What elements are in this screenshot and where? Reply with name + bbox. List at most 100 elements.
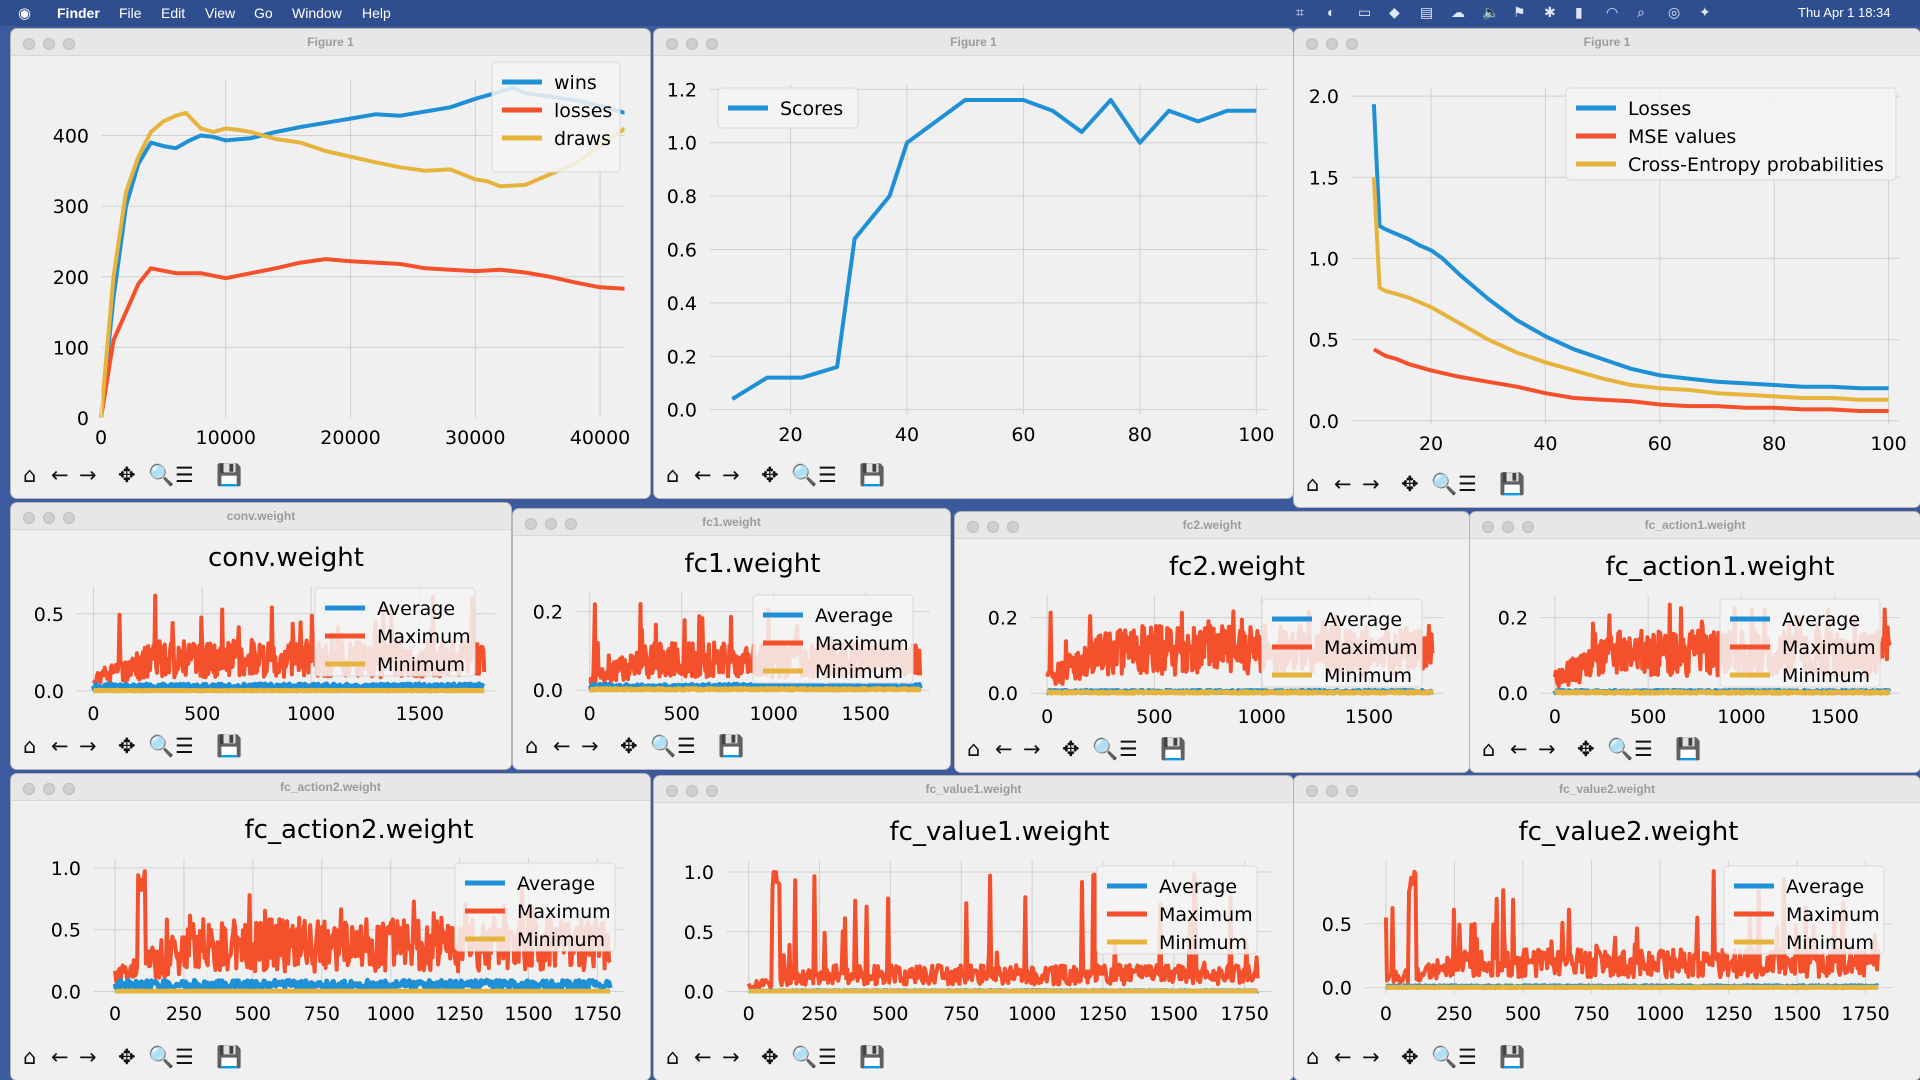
configure-icon[interactable]: ☰ (1119, 737, 1138, 761)
home-icon[interactable]: ⌂ (23, 734, 36, 758)
save-icon[interactable]: 💾 (1499, 1045, 1525, 1069)
configure-icon[interactable]: ☰ (175, 734, 194, 758)
battery-icon[interactable]: ▮ (1575, 4, 1583, 21)
pan-icon[interactable]: ✥ (118, 1045, 136, 1069)
home-icon[interactable]: ⌂ (1306, 472, 1319, 496)
window-titlebar[interactable]: fc_value2.weight (1294, 776, 1920, 803)
forward-icon[interactable]: → (79, 734, 97, 758)
home-icon[interactable]: ⌂ (23, 463, 36, 487)
home-icon[interactable]: ⌂ (666, 1045, 679, 1069)
back-icon[interactable]: ← (1334, 1045, 1352, 1069)
pan-icon[interactable]: ✥ (1401, 472, 1419, 496)
zoom-icon[interactable]: 🔍 (791, 463, 817, 487)
save-icon[interactable]: 💾 (1675, 737, 1701, 761)
menu-help[interactable]: Help (362, 5, 391, 21)
forward-icon[interactable]: → (1362, 1045, 1380, 1069)
zoom-icon[interactable]: 🔍 (1092, 737, 1118, 761)
menu-clock[interactable]: Thu Apr 1 18:34 (1798, 5, 1891, 20)
volume-icon[interactable]: 🔈 (1482, 4, 1499, 21)
back-icon[interactable]: ← (1510, 737, 1528, 761)
back-icon[interactable]: ← (51, 463, 69, 487)
figure-window[interactable]: conv.weight conv.weight 0 500 1000 1500 0.0 0.5… (11, 503, 511, 769)
window-titlebar[interactable]: Figure 1 (11, 29, 650, 56)
bluetooth-icon[interactable]: ✱ (1544, 4, 1556, 21)
pan-icon[interactable]: ✥ (1577, 737, 1595, 761)
forward-icon[interactable]: → (1538, 737, 1556, 761)
figure-window[interactable]: fc_value1.weight fc_value1.weight 0 250 500 7… (654, 776, 1293, 1080)
configure-icon[interactable]: ☰ (175, 463, 194, 487)
figure-window[interactable]: fc_value2.weight fc_value2.weight 0 250 500 7… (1294, 776, 1920, 1080)
configure-icon[interactable]: ☰ (1634, 737, 1653, 761)
window-titlebar[interactable]: fc1.weight (513, 509, 950, 536)
home-icon[interactable]: ⌂ (666, 463, 679, 487)
pan-icon[interactable]: ✥ (118, 734, 136, 758)
pan-icon[interactable]: ✥ (1062, 737, 1080, 761)
zoom-icon[interactable]: 🔍 (1431, 472, 1457, 496)
save-icon[interactable]: 💾 (718, 734, 744, 758)
save-icon[interactable]: 💾 (859, 1045, 885, 1069)
wifi-icon[interactable]: ◠ (1606, 4, 1618, 21)
zoom-icon[interactable]: 🔍 (148, 1045, 174, 1069)
forward-icon[interactable]: → (1362, 472, 1380, 496)
screen-capture-icon[interactable]: ⌗ (1296, 4, 1304, 21)
zoom-icon[interactable]: 🔍 (791, 1045, 817, 1069)
save-icon[interactable]: 💾 (1499, 472, 1525, 496)
menu-window[interactable]: Window (292, 5, 342, 21)
window-titlebar[interactable]: fc2.weight (955, 512, 1469, 539)
figure-window[interactable]: fc1.weight fc1.weight 0 500 1000 1500 0.0 0.2 Av… (513, 509, 950, 769)
zoom-icon[interactable]: 🔍 (1607, 737, 1633, 761)
back-icon[interactable]: ← (995, 737, 1013, 761)
save-icon[interactable]: 💾 (1160, 737, 1186, 761)
docker-icon[interactable]: ◆ (1389, 4, 1400, 21)
configure-icon[interactable]: ☰ (1458, 1045, 1477, 1069)
configure-icon[interactable]: ☰ (1458, 472, 1477, 496)
back-icon[interactable]: ← (553, 734, 571, 758)
figure-window[interactable]: Figure 1 20 40 60 80 100 0.0 0.5 1.0 1.5 2.0 Losses… (1294, 29, 1920, 507)
configure-icon[interactable]: ☰ (818, 1045, 837, 1069)
figure-window[interactable]: Figure 1 0 10000 20000 30000 40000 0 100 200 300 4… (11, 29, 650, 498)
pan-icon[interactable]: ✥ (620, 734, 638, 758)
save-icon[interactable]: 💾 (859, 463, 885, 487)
back-icon[interactable]: ← (51, 1045, 69, 1069)
save-icon[interactable]: 💾 (216, 734, 242, 758)
menu-go[interactable]: Go (254, 5, 273, 21)
save-icon[interactable]: 💾 (216, 1045, 242, 1069)
window-titlebar[interactable]: conv.weight (11, 503, 511, 530)
figure-window[interactable]: fc_action1.weight fc_action1.weight 0 500 10… (1470, 512, 1920, 772)
window-titlebar[interactable]: fc_action2.weight (11, 774, 650, 801)
zoom-icon[interactable]: 🔍 (148, 734, 174, 758)
back-icon[interactable]: ← (694, 1045, 712, 1069)
pan-icon[interactable]: ✥ (1401, 1045, 1419, 1069)
home-icon[interactable]: ⌂ (967, 737, 980, 761)
home-icon[interactable]: ⌂ (23, 1045, 36, 1069)
forward-icon[interactable]: → (79, 1045, 97, 1069)
chrome-icon[interactable]: ◐ (1327, 4, 1335, 20)
zoom-icon[interactable]: 🔍 (1431, 1045, 1457, 1069)
home-icon[interactable]: ⌂ (1306, 1045, 1319, 1069)
zoom-icon[interactable]: 🔍 (650, 734, 676, 758)
cloud-icon[interactable]: ☁ (1451, 4, 1465, 21)
home-icon[interactable]: ⌂ (1482, 737, 1495, 761)
window-titlebar[interactable]: Figure 1 (1294, 29, 1920, 56)
pan-icon[interactable]: ✥ (761, 463, 779, 487)
forward-icon[interactable]: → (581, 734, 599, 758)
forward-icon[interactable]: → (1023, 737, 1041, 761)
configure-icon[interactable]: ☰ (818, 463, 837, 487)
figure-window[interactable]: Figure 1 20 40 60 80 100 0.0 0.2 0.4 0.6 0.8 1.0 1.2… (654, 29, 1293, 498)
save-icon[interactable]: 💾 (216, 463, 242, 487)
forward-icon[interactable]: → (722, 463, 740, 487)
forward-icon[interactable]: → (79, 463, 97, 487)
menu-view[interactable]: View (205, 5, 235, 21)
pan-icon[interactable]: ✥ (118, 463, 136, 487)
configure-icon[interactable]: ☰ (677, 734, 696, 758)
back-icon[interactable]: ← (694, 463, 712, 487)
back-icon[interactable]: ← (51, 734, 69, 758)
figure-window[interactable]: fc2.weight fc2.weight 0 500 1000 1500 0.0 0.2 Av… (955, 512, 1469, 772)
window-icon[interactable]: ▭ (1358, 4, 1371, 21)
flag-icon[interactable]: ⚑ (1513, 4, 1526, 21)
window-titlebar[interactable]: fc_action1.weight (1470, 512, 1920, 539)
menu-edit[interactable]: Edit (161, 5, 185, 21)
home-icon[interactable]: ⌂ (525, 734, 538, 758)
window-titlebar[interactable]: fc_value1.weight (654, 776, 1293, 803)
search-icon[interactable]: ⌕ (1637, 4, 1645, 21)
